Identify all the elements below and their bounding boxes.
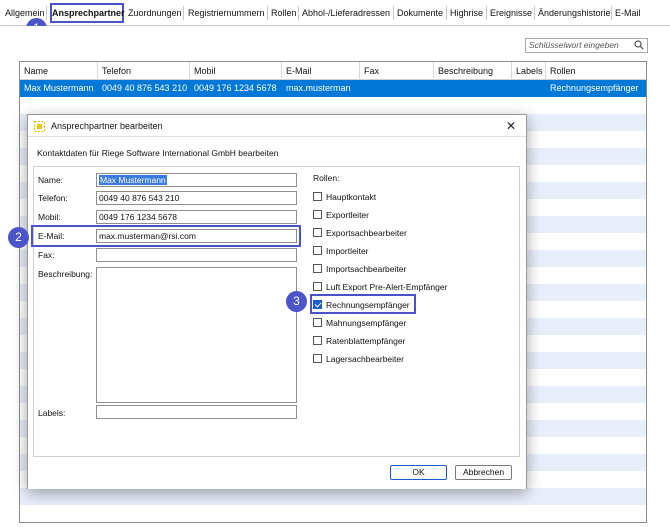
step-badge-3: 3 (286, 291, 307, 312)
mobil-field[interactable]: 0049 176 1234 5678 (96, 210, 297, 224)
column-header-name[interactable]: Name (20, 62, 98, 80)
cell-telefon: 0049 40 876 543 210 (102, 83, 188, 93)
column-header-labels[interactable]: Labels (512, 62, 546, 80)
beschreibung-label: Beschreibung: (38, 269, 93, 279)
name-field[interactable]: Max Mustermann (96, 173, 297, 187)
dialog-subtitle: Kontaktdaten für Riege Software Internat… (37, 148, 279, 158)
cell-labels (512, 80, 546, 97)
telefon-label: Telefon: (38, 193, 68, 203)
telefon-field[interactable]: 0049 40 876 543 210 (96, 191, 297, 205)
tab-dokumente[interactable]: Dokumente (397, 5, 443, 22)
checkbox-icon[interactable] (313, 318, 322, 327)
highlight-email (31, 225, 301, 247)
role-checkbox-luft-export-pre-alert[interactable]: Luft Export Pre-Alert-Empfänger (313, 281, 447, 293)
name-value: Max Mustermann (99, 175, 167, 185)
dialog-titlebar[interactable]: Ansprechpartner bearbeiten ✕ (28, 115, 526, 137)
highlight-rechnungsempfaenger (310, 294, 416, 314)
role-checkbox-importsachbearbeiter[interactable]: Importsachbearbeiter (313, 263, 406, 275)
column-header-rollen[interactable]: Rollen (546, 62, 646, 80)
edit-contact-dialog: Ansprechpartner bearbeiten ✕ Kontaktdate… (27, 114, 527, 489)
role-label: Importleiter (326, 246, 369, 256)
checkbox-icon[interactable] (313, 354, 322, 363)
cell-email: max.musterman (286, 83, 351, 93)
role-checkbox-mahnungsempfaenger[interactable]: Mahnungsempfänger (313, 317, 406, 329)
ok-button[interactable]: OK (390, 465, 447, 480)
empty-row-stripe (20, 522, 647, 523)
role-label: Importsachbearbeiter (326, 264, 407, 274)
role-checkbox-exportsachbearbeiter[interactable]: Exportsachbearbeiter (313, 227, 407, 239)
role-label: Mahnungsempfänger (326, 318, 407, 328)
tab-email[interactable]: E-Mail (615, 5, 641, 22)
role-checkbox-exportleiter[interactable]: Exportleiter (313, 209, 369, 221)
tab-separator (446, 6, 447, 20)
tab-separator (46, 6, 47, 20)
search-placeholder: Schlüsselwort eingeben (529, 40, 619, 50)
beschreibung-textarea[interactable] (96, 267, 297, 403)
column-header-fax[interactable]: Fax (360, 62, 434, 80)
role-label: Hauptkontakt (326, 192, 377, 202)
fax-field[interactable] (96, 248, 297, 262)
name-label: Name: (38, 175, 64, 185)
dialog-app-icon (34, 121, 45, 132)
role-checkbox-hauptkontakt[interactable]: Hauptkontakt (313, 191, 376, 203)
role-label: Exportleiter (326, 210, 369, 220)
close-icon[interactable]: ✕ (504, 119, 518, 133)
tab-separator (298, 6, 299, 20)
tab-registriernummern[interactable]: Registriernummern (188, 5, 265, 22)
tab-separator (393, 6, 394, 20)
labels-field[interactable] (96, 405, 297, 419)
tab-separator (267, 6, 268, 20)
dialog-body: Kontaktdaten für Riege Software Internat… (28, 137, 526, 489)
fax-label: Fax: (38, 250, 55, 260)
cell-mobil: 0049 176 1234 5678 (194, 83, 277, 93)
tab-bar: Allgemein Ansprechpartner Zuordnungen Re… (0, 0, 670, 26)
tab-separator (486, 6, 487, 20)
cell-rollen: Rechnungsempfänger (550, 83, 639, 93)
column-header-beschreibung[interactable]: Beschreibung (434, 62, 512, 80)
tab-ansprechpartner[interactable]: Ansprechpartner (50, 3, 125, 23)
checkbox-icon[interactable] (313, 282, 322, 291)
role-checkbox-ratenblattempfaenger[interactable]: Ratenblattempfänger (313, 335, 405, 347)
tab-aenderungshistorie[interactable]: Änderungshistorie (538, 5, 611, 22)
tab-separator (611, 6, 612, 20)
table-row[interactable]: Max Mustermann 0049 40 876 543 210 0049 … (20, 80, 646, 97)
step-badge-2: 2 (8, 227, 29, 248)
dialog-title: Ansprechpartner bearbeiten (51, 121, 163, 131)
checkbox-icon[interactable] (313, 336, 322, 345)
checkbox-icon[interactable] (313, 192, 322, 201)
cell-name: Max Mustermann (24, 83, 94, 93)
tab-ereignisse[interactable]: Ereignisse (490, 5, 532, 22)
tab-zuordnungen[interactable]: Zuordnungen (128, 5, 182, 22)
search-icon[interactable] (634, 40, 644, 50)
column-header-email[interactable]: E-Mail (282, 62, 360, 80)
checkbox-icon[interactable] (313, 264, 322, 273)
labels-label: Labels: (38, 408, 66, 418)
role-label: Ratenblattempfänger (326, 336, 406, 346)
checkbox-icon[interactable] (313, 210, 322, 219)
mobil-label: Mobil: (38, 212, 61, 222)
tab-abhol-lieferadressen[interactable]: Abhol-/Lieferadressen (302, 5, 390, 22)
tab-separator (534, 6, 535, 20)
role-checkbox-lagersachbearbeiter[interactable]: Lagersachbearbeiter (313, 353, 404, 365)
column-header-mobil[interactable]: Mobil (190, 62, 282, 80)
empty-row-stripe (20, 488, 646, 505)
roles-title: Rollen: (313, 173, 340, 183)
tab-highrise[interactable]: Highrise (450, 5, 483, 22)
checkbox-icon[interactable] (313, 246, 322, 255)
checkbox-icon[interactable] (313, 228, 322, 237)
cell-beschreibung (434, 80, 512, 97)
role-label: Lagersachbearbeiter (326, 354, 404, 364)
column-header-telefon[interactable]: Telefon (98, 62, 190, 80)
cancel-button[interactable]: Abbrechen (455, 465, 512, 480)
table-header: Name Telefon Mobil E-Mail Fax Beschreibu… (20, 62, 646, 80)
role-label: Exportsachbearbeiter (326, 228, 407, 238)
tab-separator (183, 6, 184, 20)
tab-rollen[interactable]: Rollen (271, 5, 297, 22)
search-input[interactable]: Schlüsselwort eingeben (525, 38, 648, 53)
cell-fax (360, 80, 434, 97)
role-label: Luft Export Pre-Alert-Empfänger (326, 282, 448, 292)
role-checkbox-importleiter[interactable]: Importleiter (313, 245, 369, 257)
